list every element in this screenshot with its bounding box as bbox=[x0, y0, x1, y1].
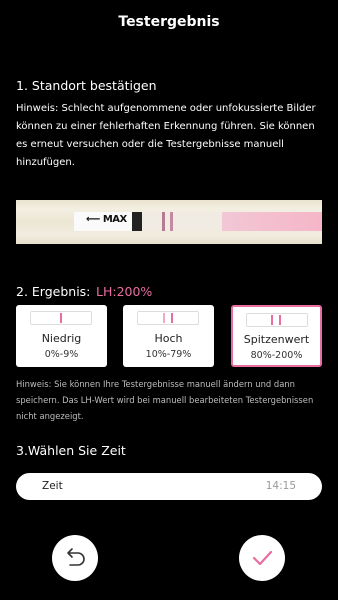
result-options: Niedrig 0%-9% Hoch 10%-79% Spitzenwert 8… bbox=[16, 305, 322, 371]
strip-marker bbox=[132, 212, 142, 231]
strip-mini-icon bbox=[30, 311, 92, 325]
checkmark-icon bbox=[252, 550, 273, 566]
strip-absorbent-end bbox=[222, 212, 322, 231]
strip-mini-icon bbox=[246, 313, 308, 327]
option-high-name: Hoch bbox=[154, 332, 183, 345]
strip-mini-icon bbox=[137, 311, 199, 325]
option-peak-name: Spitzenwert bbox=[243, 333, 310, 346]
option-low-range: 0%-9% bbox=[44, 349, 79, 360]
strip-max-text: MAX bbox=[102, 214, 127, 225]
strip-max-label: ⟵ MAX bbox=[86, 214, 127, 225]
mini-line bbox=[271, 315, 273, 325]
step1-title: 1. Standort bestätigen bbox=[16, 78, 157, 93]
time-selector[interactable]: Zeit 14:15 bbox=[16, 473, 322, 500]
option-low[interactable]: Niedrig 0%-9% bbox=[16, 305, 107, 367]
option-peak[interactable]: Spitzenwert 80%-200% bbox=[231, 305, 322, 367]
mini-line bbox=[60, 313, 62, 323]
step1-hint: Hinweis: Schlecht aufgenommene oder unfo… bbox=[16, 103, 316, 168]
option-low-name: Niedrig bbox=[41, 332, 82, 345]
time-label: Zeit bbox=[42, 480, 63, 492]
test-strip-image: ⟵ MAX bbox=[16, 200, 322, 244]
page-title: Testergebnis bbox=[118, 14, 220, 30]
confirm-button[interactable] bbox=[239, 535, 285, 581]
undo-icon bbox=[67, 548, 85, 566]
result-value: LH:200% bbox=[96, 284, 153, 299]
mini-line bbox=[171, 313, 173, 323]
time-value: 14:15 bbox=[265, 480, 296, 492]
step2-title: 2. Ergebnis: bbox=[16, 284, 91, 299]
option-high-range: 10%-79% bbox=[145, 349, 192, 360]
strip-control-line bbox=[170, 212, 173, 231]
step3-title: 3.Wählen Sie Zeit bbox=[16, 443, 126, 458]
option-high[interactable]: Hoch 10%-79% bbox=[123, 305, 214, 367]
strip-test-line bbox=[162, 212, 165, 231]
mini-line bbox=[279, 315, 281, 325]
option-peak-range: 80%-200% bbox=[250, 350, 303, 361]
back-button[interactable] bbox=[52, 535, 98, 581]
mini-line bbox=[163, 313, 165, 323]
step2-hint: Hinweis: Sie können Ihre Testergebnisse … bbox=[16, 379, 314, 421]
